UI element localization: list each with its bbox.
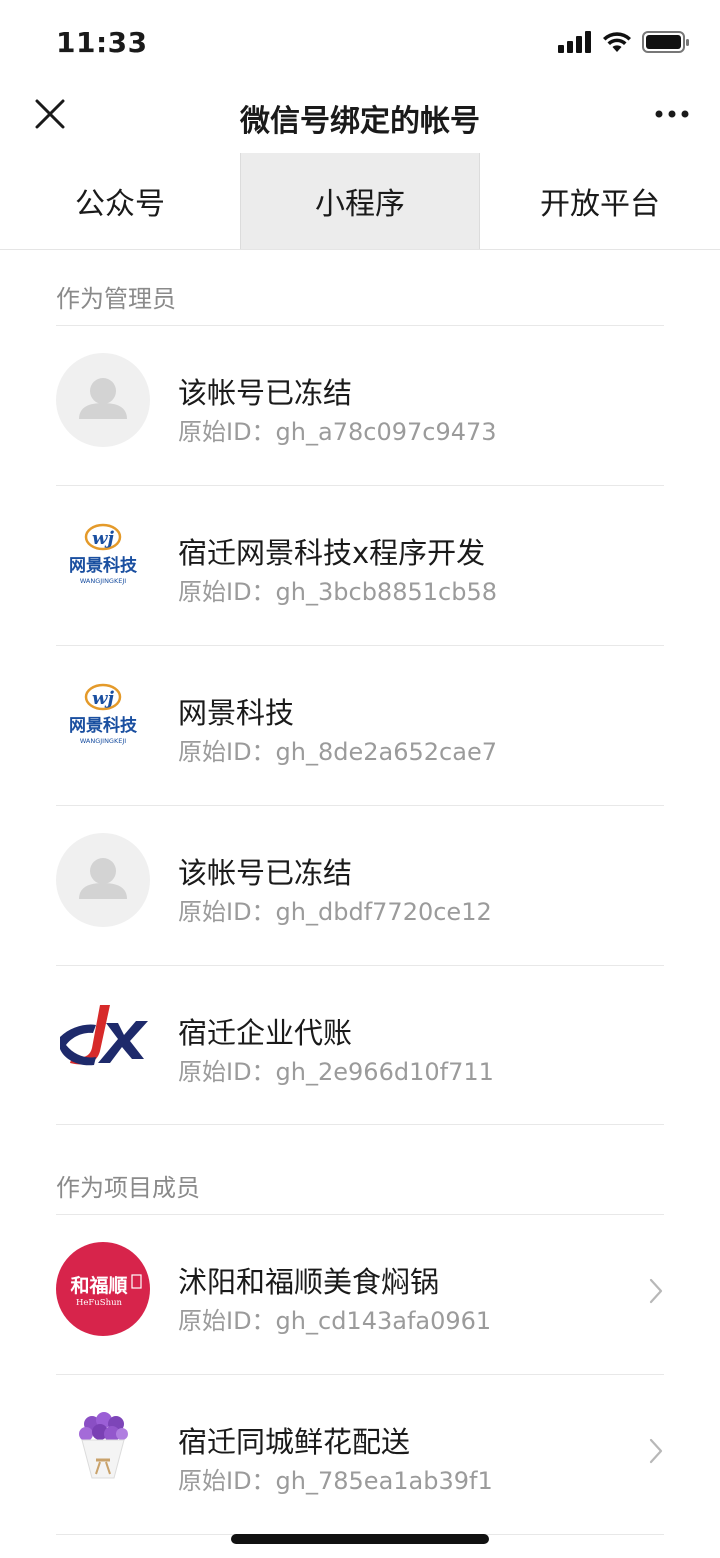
wangjing-logo-text: 网景科技 (69, 555, 138, 576)
account-original-id: 原始ID：gh_785ea1ab39f1 (178, 1467, 493, 1495)
divider (56, 1124, 664, 1125)
account-name: 该帐号已冻结 (178, 856, 353, 890)
account-name: 网景科技 (178, 696, 295, 730)
flower-bouquet-image (56, 1402, 150, 1496)
wangjing-logo-mark: wj (92, 528, 114, 549)
account-name: 宿迁企业代账 (178, 1016, 353, 1050)
more-icon[interactable] (654, 104, 690, 124)
default-avatar-icon (56, 353, 150, 447)
hefushun-logo-subtext: HeFuShun (76, 1298, 123, 1308)
status-time: 11:33 (56, 26, 148, 59)
wangjing-logo-subtext: WANGJINGKEJI (80, 737, 126, 745)
jx-logo (56, 993, 150, 1087)
list-item[interactable]: 宿迁企业代账 原始ID：gh_2e966d10f711 (56, 966, 664, 1126)
hefushun-logo: 和福順 HeFuShun (56, 1242, 150, 1336)
page-title: 微信号绑定的帐号 (240, 104, 480, 139)
wifi-icon (603, 32, 631, 52)
account-original-id: 原始ID：gh_a78c097c9473 (178, 418, 497, 446)
hefushun-logo-text: 和福順 (70, 1274, 128, 1297)
wangjing-logo-text: 网景科技 (69, 715, 138, 736)
wangjing-logo: wj 网景科技 WANGJINGKEJI (56, 513, 150, 607)
section-title-admin: 作为管理员 (56, 285, 176, 313)
tab-official-account[interactable]: 公众号 (0, 153, 240, 249)
home-indicator[interactable] (231, 1534, 489, 1544)
account-name: 宿迁网景科技x程序开发 (178, 536, 486, 570)
nav-bar: 微信号绑定的帐号 (0, 88, 720, 152)
status-icons (558, 30, 690, 54)
section-title-member: 作为项目成员 (56, 1174, 200, 1202)
cellular-signal-icon (558, 31, 591, 53)
list-item[interactable]: 该帐号已冻结 原始ID：gh_dbdf7720ce12 (56, 806, 664, 966)
wangjing-logo-mark: wj (92, 688, 114, 709)
account-name: 沭阳和福顺美食焖锅 (178, 1265, 440, 1299)
chevron-right-icon[interactable] (648, 1437, 664, 1465)
account-name: 宿迁同城鲜花配送 (178, 1425, 411, 1459)
list-item[interactable]: wj 网景科技 WANGJINGKEJI 宿迁网景科技x程序开发 原始ID：gh… (56, 486, 664, 646)
account-original-id: 原始ID：gh_dbdf7720ce12 (178, 898, 492, 926)
account-original-id: 原始ID：gh_2e966d10f711 (178, 1058, 494, 1086)
tab-bar: 公众号 小程序 开放平台 (0, 153, 720, 250)
account-original-id: 原始ID：gh_cd143afa0961 (178, 1307, 492, 1335)
list-item[interactable]: 宿迁同城鲜花配送 原始ID：gh_785ea1ab39f1 (56, 1375, 664, 1535)
chevron-right-icon[interactable] (648, 1277, 664, 1305)
battery-icon (642, 31, 689, 53)
list-item[interactable]: 和福順 HeFuShun 沭阳和福顺美食焖锅 原始ID：gh_cd143afa0… (56, 1215, 664, 1375)
list-item[interactable]: wj 网景科技 WANGJINGKEJI 网景科技 原始ID：gh_8de2a6… (56, 646, 664, 806)
account-original-id: 原始ID：gh_3bcb8851cb58 (178, 578, 497, 606)
account-original-id: 原始ID：gh_8de2a652cae7 (178, 738, 497, 766)
default-avatar-icon (56, 833, 150, 927)
tab-mini-program[interactable]: 小程序 (240, 153, 480, 249)
tab-open-platform[interactable]: 开放平台 (480, 153, 720, 249)
wangjing-logo: wj 网景科技 WANGJINGKEJI (56, 673, 150, 767)
account-name: 该帐号已冻结 (178, 376, 353, 410)
status-bar: 11:33 (0, 0, 720, 88)
wangjing-logo-subtext: WANGJINGKEJI (80, 577, 126, 585)
list-item[interactable]: 该帐号已冻结 原始ID：gh_a78c097c9473 (56, 326, 664, 486)
